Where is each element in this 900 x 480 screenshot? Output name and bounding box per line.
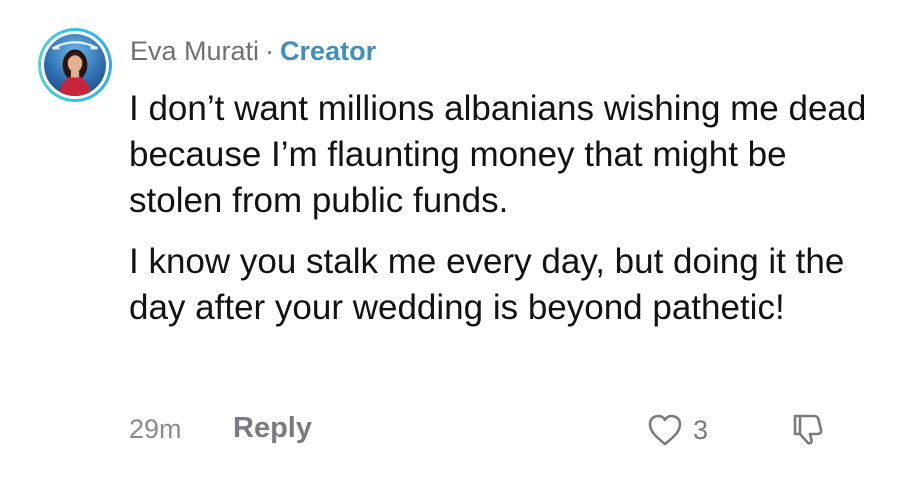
avatar-photo [44,34,106,96]
header-separator: · [265,36,275,66]
thumbs-down-icon[interactable] [789,410,827,448]
comment-footer: 29m Reply 3 [129,408,849,452]
avatar[interactable] [38,28,112,102]
creator-badge: Creator [280,36,377,66]
comment-paragraph-2: I know you stalk me every day, but doing… [129,242,845,327]
like-count: 3 [693,414,709,445]
reply-button[interactable]: Reply [233,412,312,445]
author-name[interactable]: Eva Murati [130,36,259,66]
comment-body: I don’t want millions albanians wishing … [129,86,869,346]
comment-card: Eva Murati · Creator I don’t want millions… [0,0,900,480]
like-group[interactable]: 3 [647,408,708,452]
heart-outline-icon[interactable] [647,413,683,447]
comment-header: Eva Murati · Creator [130,34,376,68]
avatar-illustration [51,41,99,96]
avatar-ring [41,31,109,99]
comment-paragraph-1: I don’t want millions albanians wishing … [129,89,867,220]
timestamp: 29m [129,414,182,444]
